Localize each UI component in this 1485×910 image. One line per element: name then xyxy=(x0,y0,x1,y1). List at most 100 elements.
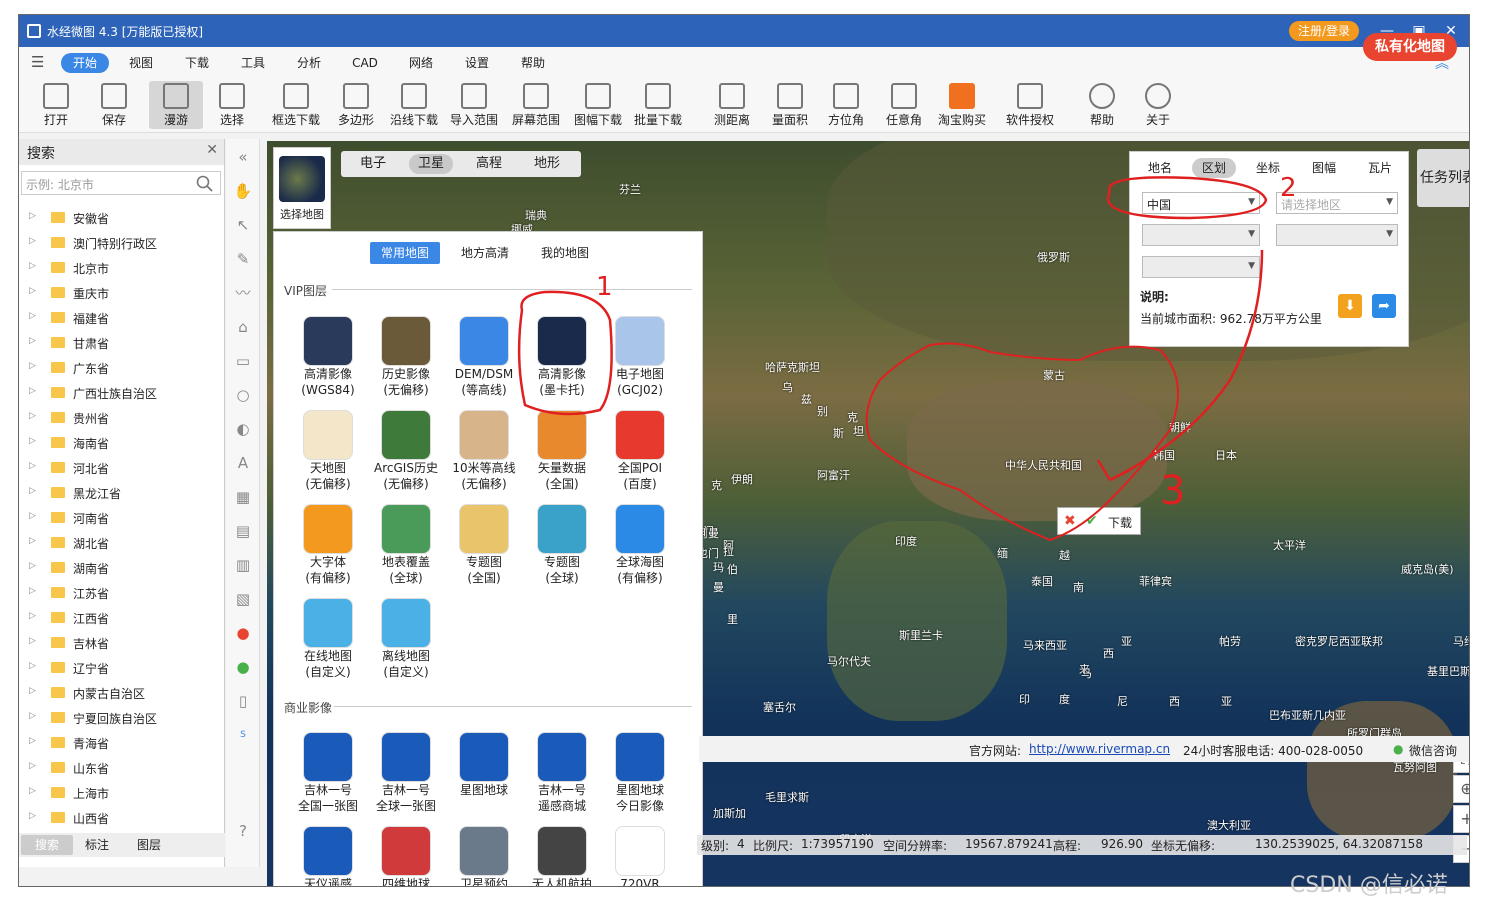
expand-arrow-icon[interactable]: ▷ xyxy=(29,736,36,746)
wechat-button[interactable]: 微信咨询 xyxy=(1409,742,1457,759)
vip-layer-tile[interactable]: 地表覆盖 (全球) xyxy=(366,504,446,598)
province-item[interactable]: ▷ 山东省 xyxy=(19,755,225,780)
province-item[interactable]: ▷ 贵州省 xyxy=(19,405,225,430)
toolbar-batch-download-button[interactable]: 批量下载 xyxy=(631,81,685,129)
province-item[interactable]: ▷ 海南省 xyxy=(19,430,225,455)
toolbar-measure-distance-button[interactable]: 测距离 xyxy=(705,81,759,129)
menu-view[interactable]: 视图 xyxy=(123,53,159,73)
province-item[interactable]: ▷ 澳门特别行政区 xyxy=(19,230,225,255)
province-item[interactable]: ▷ 河北省 xyxy=(19,455,225,480)
commercial-layer-tile[interactable]: 星图地球 今日影像 xyxy=(600,732,680,826)
vip-layer-tile[interactable]: 全球海图 (有偏移) xyxy=(600,504,680,598)
menu-start[interactable]: 开始 xyxy=(61,53,109,73)
expand-arrow-icon[interactable]: ▷ xyxy=(29,561,36,571)
collapse-icon[interactable]: « xyxy=(233,147,253,167)
layer-icon[interactable]: ▤ xyxy=(233,521,253,541)
help-icon[interactable]: ? xyxy=(233,821,253,841)
commercial-layer-tile[interactable]: 吉林一号 全球一张图 xyxy=(366,732,446,826)
search-input[interactable]: 示例: 北京市 xyxy=(21,171,221,195)
vip-layer-tile[interactable]: 电子地图 (GCJ02) xyxy=(600,316,680,410)
download-icon[interactable]: ⬇ xyxy=(1338,294,1362,318)
close-panel-icon[interactable]: ✕ xyxy=(206,142,218,158)
tab-electronic[interactable]: 电子 xyxy=(351,154,395,174)
draw-area-icon[interactable]: ⌂ xyxy=(233,317,253,337)
commercial-layer-tile[interactable]: 星图地球 xyxy=(444,732,524,826)
site-link[interactable]: http://www.rivermap.cn xyxy=(1029,742,1170,756)
vip-layer-tile[interactable]: ArcGIS历史 (无偏移) xyxy=(366,410,446,504)
province-item[interactable]: ▷ 福建省 xyxy=(19,305,225,330)
select-map-button[interactable]: 选择地图 xyxy=(273,147,331,229)
mobile-icon[interactable]: ▯ xyxy=(233,691,253,711)
tab-terrain[interactable]: 地形 xyxy=(525,154,569,174)
expand-arrow-icon[interactable]: ▷ xyxy=(29,586,36,596)
province-item[interactable]: ▷ 内蒙古自治区 xyxy=(19,680,225,705)
province-item[interactable]: ▷ 河南省 xyxy=(19,505,225,530)
vip-layer-tile[interactable]: 专题图 (全球) xyxy=(522,504,602,598)
toolbar-about-button[interactable]: 关于 xyxy=(1131,81,1185,129)
expand-arrow-icon[interactable]: ▷ xyxy=(29,661,36,671)
toolbar-pan-button[interactable]: 漫游 xyxy=(149,81,203,129)
commercial-layer-tile[interactable]: 卫星预约 xyxy=(444,826,524,886)
vip-layer-tile[interactable]: 10米等高线 (无偏移) xyxy=(444,410,524,504)
text-icon[interactable]: A xyxy=(233,453,253,473)
expand-arrow-icon[interactable]: ▷ xyxy=(29,286,36,296)
vip-layer-tile[interactable]: DEM/DSM (等高线) xyxy=(444,316,524,410)
toolbar-sheet-download-button[interactable]: 图幅下载 xyxy=(571,81,625,129)
vip-layer-tile[interactable]: 高清影像 (WGS84) xyxy=(288,316,368,410)
toolbar-open-button[interactable]: 打开 xyxy=(29,81,83,129)
expand-arrow-icon[interactable]: ▷ xyxy=(29,611,36,621)
expand-arrow-icon[interactable]: ▷ xyxy=(29,636,36,646)
tab-common-maps[interactable]: 常用地图 xyxy=(370,242,440,264)
zoom-in-button[interactable]: + xyxy=(1453,805,1469,833)
expand-arrow-icon[interactable]: ▷ xyxy=(29,436,36,446)
toolbar-taobao-buy-button[interactable]: 淘宝购买 xyxy=(935,81,989,129)
vip-layer-tile[interactable]: 矢量数据 (全国) xyxy=(522,410,602,504)
toolbar-save-button[interactable]: 保存 xyxy=(87,81,141,129)
map-canvas[interactable]: 芬兰 瑞典 挪威 俄罗斯 哈萨克斯坦 蒙古乌兹别克斯坦中华人民共和国 朝鲜 韩国 日本 伊朗 阿富汗… xyxy=(267,141,1469,886)
tab-my-maps[interactable]: 我的地图 xyxy=(530,242,600,264)
province-item[interactable]: ▷ 江西省 xyxy=(19,605,225,630)
expand-arrow-icon[interactable]: ▷ xyxy=(29,361,36,371)
toolbar-any-angle-button[interactable]: 任意角 xyxy=(877,81,931,129)
register-login-button[interactable]: 注册/登录 xyxy=(1289,21,1359,41)
menu-network[interactable]: 网络 xyxy=(403,53,439,73)
province-item[interactable]: ▷ 湖南省 xyxy=(19,555,225,580)
vip-layer-tile[interactable]: 全国POI (百度) xyxy=(600,410,680,504)
tab-sheet[interactable]: 图幅 xyxy=(1302,158,1346,178)
province-item[interactable]: ▷ 广东省 xyxy=(19,355,225,380)
circle-icon[interactable]: ○ xyxy=(233,385,253,405)
tab-markers[interactable]: 标注 xyxy=(71,835,123,855)
tab-placename[interactable]: 地名 xyxy=(1138,158,1182,178)
province-item[interactable]: ▷ 吉林省 xyxy=(19,630,225,655)
toolbar-select-button[interactable]: 选择 xyxy=(205,81,259,129)
expand-arrow-icon[interactable]: ▷ xyxy=(29,536,36,546)
tab-local-hd[interactable]: 地方高清 xyxy=(450,242,520,264)
rectangle-icon[interactable]: ▭ xyxy=(233,351,253,371)
province-item[interactable]: ▷ 青海省 xyxy=(19,730,225,755)
region-select[interactable]: 请选择地区 ▼ xyxy=(1276,192,1398,214)
download-confirm-label[interactable]: 下载 xyxy=(1108,514,1132,531)
town-select[interactable]: ▼ xyxy=(1142,256,1260,278)
toolbar-screen-range-button[interactable]: 屏幕范围 xyxy=(509,81,563,129)
province-item[interactable]: ▷ 安徽省 xyxy=(19,205,225,230)
ruler-icon[interactable]: ▦ xyxy=(233,487,253,507)
vip-layer-tile[interactable]: 在线地图 (自定义) xyxy=(288,598,368,692)
county-select[interactable]: ▼ xyxy=(1276,224,1398,246)
menu-settings[interactable]: 设置 xyxy=(459,53,495,73)
province-item[interactable]: ▷ 山西省 xyxy=(19,805,225,829)
menu-tools[interactable]: 工具 xyxy=(235,53,271,73)
tab-search[interactable]: 搜索 xyxy=(21,835,73,855)
expand-arrow-icon[interactable]: ▷ xyxy=(29,236,36,246)
tab-tile[interactable]: 瓦片 xyxy=(1358,158,1402,178)
tab-district[interactable]: 区划 xyxy=(1192,158,1236,178)
province-item[interactable]: ▷ 黑龙江省 xyxy=(19,480,225,505)
menu-analysis[interactable]: 分析 xyxy=(291,53,327,73)
draw-point-icon[interactable]: ✎ xyxy=(233,249,253,269)
baidu-icon[interactable]: ● xyxy=(233,623,253,643)
expand-arrow-icon[interactable]: ▷ xyxy=(29,761,36,771)
province-item[interactable]: ▷ 北京市 xyxy=(19,255,225,280)
tab-layers[interactable]: 图层 xyxy=(123,835,175,855)
commercial-layer-tile[interactable]: 720VR xyxy=(600,826,680,886)
sdk-icon[interactable]: S xyxy=(233,725,253,745)
expand-arrow-icon[interactable]: ▷ xyxy=(29,386,36,396)
